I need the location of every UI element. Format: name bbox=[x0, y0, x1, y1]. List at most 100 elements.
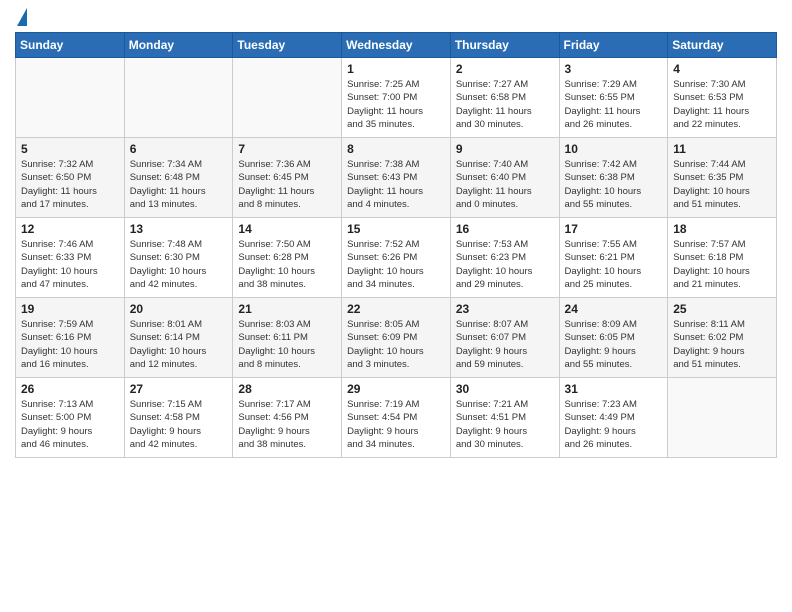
day-info: Sunrise: 8:09 AM Sunset: 6:05 PM Dayligh… bbox=[565, 318, 663, 371]
calendar-cell: 20 Sunrise: 8:01 AM Sunset: 6:14 PM Dayli… bbox=[124, 298, 233, 378]
day-info: Sunrise: 7:50 AM Sunset: 6:28 PM Dayligh… bbox=[238, 238, 336, 291]
day-number: 3 bbox=[565, 62, 663, 76]
calendar-week-row: 1Sunrise: 7:25 AM Sunset: 7:00 PM Daylig… bbox=[16, 58, 777, 138]
day-info: Sunrise: 7:59 AM Sunset: 6:16 PM Dayligh… bbox=[21, 318, 119, 371]
day-number: 5 bbox=[21, 142, 119, 156]
calendar-cell: 24 Sunrise: 8:09 AM Sunset: 6:05 PM Dayli… bbox=[559, 298, 668, 378]
day-of-week-header: Friday bbox=[559, 33, 668, 58]
day-number: 11 bbox=[673, 142, 771, 156]
day-info: Sunrise: 7:15 AM Sunset: 4:58 PM Dayligh… bbox=[130, 398, 228, 451]
day-info: Sunrise: 8:01 AM Sunset: 6:14 PM Dayligh… bbox=[130, 318, 228, 371]
day-info: Sunrise: 7:17 AM Sunset: 4:56 PM Dayligh… bbox=[238, 398, 336, 451]
calendar-cell: 26 Sunrise: 7:13 AM Sunset: 5:00 PM Dayli… bbox=[16, 378, 125, 458]
day-info: Sunrise: 7:55 AM Sunset: 6:21 PM Dayligh… bbox=[565, 238, 663, 291]
day-info: Sunrise: 7:30 AM Sunset: 6:53 PM Dayligh… bbox=[673, 78, 771, 131]
day-of-week-header: Wednesday bbox=[342, 33, 451, 58]
calendar-cell: 9 Sunrise: 7:40 AM Sunset: 6:40 PM Daylig… bbox=[450, 138, 559, 218]
day-number: 9 bbox=[456, 142, 554, 156]
logo-triangle-icon bbox=[17, 8, 27, 26]
calendar-cell: 27 Sunrise: 7:15 AM Sunset: 4:58 PM Dayli… bbox=[124, 378, 233, 458]
day-of-week-header: Tuesday bbox=[233, 33, 342, 58]
day-number: 28 bbox=[238, 382, 336, 396]
day-info: Sunrise: 7:44 AM Sunset: 6:35 PM Dayligh… bbox=[673, 158, 771, 211]
calendar-cell: 1Sunrise: 7:25 AM Sunset: 7:00 PM Daylig… bbox=[342, 58, 451, 138]
day-info: Sunrise: 7:48 AM Sunset: 6:30 PM Dayligh… bbox=[130, 238, 228, 291]
day-info: Sunrise: 8:05 AM Sunset: 6:09 PM Dayligh… bbox=[347, 318, 445, 371]
day-number: 1 bbox=[347, 62, 445, 76]
calendar-cell: 17 Sunrise: 7:55 AM Sunset: 6:21 PM Dayli… bbox=[559, 218, 668, 298]
day-info: Sunrise: 7:23 AM Sunset: 4:49 PM Dayligh… bbox=[565, 398, 663, 451]
day-number: 20 bbox=[130, 302, 228, 316]
day-number: 12 bbox=[21, 222, 119, 236]
day-info: Sunrise: 7:27 AM Sunset: 6:58 PM Dayligh… bbox=[456, 78, 554, 131]
day-number: 25 bbox=[673, 302, 771, 316]
day-info: Sunrise: 7:19 AM Sunset: 4:54 PM Dayligh… bbox=[347, 398, 445, 451]
day-number: 13 bbox=[130, 222, 228, 236]
day-info: Sunrise: 7:34 AM Sunset: 6:48 PM Dayligh… bbox=[130, 158, 228, 211]
day-info: Sunrise: 7:46 AM Sunset: 6:33 PM Dayligh… bbox=[21, 238, 119, 291]
calendar-cell: 6 Sunrise: 7:34 AM Sunset: 6:48 PM Daylig… bbox=[124, 138, 233, 218]
calendar-week-row: 26 Sunrise: 7:13 AM Sunset: 5:00 PM Dayli… bbox=[16, 378, 777, 458]
day-number: 4 bbox=[673, 62, 771, 76]
day-of-week-header: Monday bbox=[124, 33, 233, 58]
calendar-cell: 2 Sunrise: 7:27 AM Sunset: 6:58 PM Daylig… bbox=[450, 58, 559, 138]
calendar-cell: 12 Sunrise: 7:46 AM Sunset: 6:33 PM Dayli… bbox=[16, 218, 125, 298]
day-number: 23 bbox=[456, 302, 554, 316]
day-info: Sunrise: 8:03 AM Sunset: 6:11 PM Dayligh… bbox=[238, 318, 336, 371]
calendar-cell: 11 Sunrise: 7:44 AM Sunset: 6:35 PM Dayli… bbox=[668, 138, 777, 218]
calendar-cell: 4 Sunrise: 7:30 AM Sunset: 6:53 PM Daylig… bbox=[668, 58, 777, 138]
day-number: 29 bbox=[347, 382, 445, 396]
day-number: 15 bbox=[347, 222, 445, 236]
day-number: 26 bbox=[21, 382, 119, 396]
day-number: 2 bbox=[456, 62, 554, 76]
day-number: 8 bbox=[347, 142, 445, 156]
day-number: 10 bbox=[565, 142, 663, 156]
calendar-cell: 25 Sunrise: 8:11 AM Sunset: 6:02 PM Dayli… bbox=[668, 298, 777, 378]
calendar-week-row: 12 Sunrise: 7:46 AM Sunset: 6:33 PM Dayli… bbox=[16, 218, 777, 298]
header bbox=[15, 10, 777, 26]
day-info: Sunrise: 8:07 AM Sunset: 6:07 PM Dayligh… bbox=[456, 318, 554, 371]
calendar-cell: 10Sunrise: 7:42 AM Sunset: 6:38 PM Dayli… bbox=[559, 138, 668, 218]
day-number: 16 bbox=[456, 222, 554, 236]
day-info: Sunrise: 7:13 AM Sunset: 5:00 PM Dayligh… bbox=[21, 398, 119, 451]
calendar-week-row: 5Sunrise: 7:32 AM Sunset: 6:50 PM Daylig… bbox=[16, 138, 777, 218]
calendar-cell: 14Sunrise: 7:50 AM Sunset: 6:28 PM Dayli… bbox=[233, 218, 342, 298]
day-info: Sunrise: 7:36 AM Sunset: 6:45 PM Dayligh… bbox=[238, 158, 336, 211]
calendar-cell: 5Sunrise: 7:32 AM Sunset: 6:50 PM Daylig… bbox=[16, 138, 125, 218]
logo bbox=[15, 10, 27, 26]
day-info: Sunrise: 7:40 AM Sunset: 6:40 PM Dayligh… bbox=[456, 158, 554, 211]
day-number: 19 bbox=[21, 302, 119, 316]
day-number: 7 bbox=[238, 142, 336, 156]
day-number: 27 bbox=[130, 382, 228, 396]
header-row: SundayMondayTuesdayWednesdayThursdayFrid… bbox=[16, 33, 777, 58]
calendar-cell: 18 Sunrise: 7:57 AM Sunset: 6:18 PM Dayli… bbox=[668, 218, 777, 298]
page: SundayMondayTuesdayWednesdayThursdayFrid… bbox=[0, 0, 792, 473]
day-number: 24 bbox=[565, 302, 663, 316]
calendar-cell bbox=[668, 378, 777, 458]
day-number: 18 bbox=[673, 222, 771, 236]
day-info: Sunrise: 7:57 AM Sunset: 6:18 PM Dayligh… bbox=[673, 238, 771, 291]
calendar-cell: 16 Sunrise: 7:53 AM Sunset: 6:23 PM Dayli… bbox=[450, 218, 559, 298]
day-info: Sunrise: 8:11 AM Sunset: 6:02 PM Dayligh… bbox=[673, 318, 771, 371]
day-number: 6 bbox=[130, 142, 228, 156]
calendar-cell: 30Sunrise: 7:21 AM Sunset: 4:51 PM Dayli… bbox=[450, 378, 559, 458]
day-info: Sunrise: 7:21 AM Sunset: 4:51 PM Dayligh… bbox=[456, 398, 554, 451]
day-of-week-header: Saturday bbox=[668, 33, 777, 58]
calendar-week-row: 19 Sunrise: 7:59 AM Sunset: 6:16 PM Dayli… bbox=[16, 298, 777, 378]
calendar-cell: 28 Sunrise: 7:17 AM Sunset: 4:56 PM Dayli… bbox=[233, 378, 342, 458]
calendar-cell: 8 Sunrise: 7:38 AM Sunset: 6:43 PM Daylig… bbox=[342, 138, 451, 218]
day-number: 17 bbox=[565, 222, 663, 236]
day-info: Sunrise: 7:38 AM Sunset: 6:43 PM Dayligh… bbox=[347, 158, 445, 211]
day-number: 31 bbox=[565, 382, 663, 396]
calendar-cell: 19 Sunrise: 7:59 AM Sunset: 6:16 PM Dayli… bbox=[16, 298, 125, 378]
day-number: 22 bbox=[347, 302, 445, 316]
calendar-cell: 21 Sunrise: 8:03 AM Sunset: 6:11 PM Dayli… bbox=[233, 298, 342, 378]
day-info: Sunrise: 7:53 AM Sunset: 6:23 PM Dayligh… bbox=[456, 238, 554, 291]
calendar-cell: 7 Sunrise: 7:36 AM Sunset: 6:45 PM Daylig… bbox=[233, 138, 342, 218]
calendar-table: SundayMondayTuesdayWednesdayThursdayFrid… bbox=[15, 32, 777, 458]
day-info: Sunrise: 7:29 AM Sunset: 6:55 PM Dayligh… bbox=[565, 78, 663, 131]
calendar-cell: 31 Sunrise: 7:23 AM Sunset: 4:49 PM Dayli… bbox=[559, 378, 668, 458]
calendar-cell: 23 Sunrise: 8:07 AM Sunset: 6:07 PM Dayli… bbox=[450, 298, 559, 378]
calendar-cell bbox=[16, 58, 125, 138]
day-number: 21 bbox=[238, 302, 336, 316]
